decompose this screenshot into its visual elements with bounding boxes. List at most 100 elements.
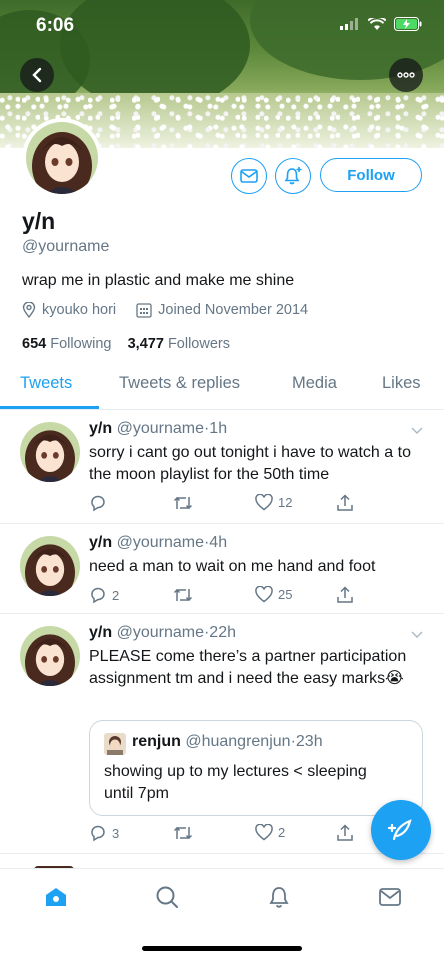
profile-avatar[interactable] xyxy=(22,118,102,198)
share-icon xyxy=(337,824,353,841)
more-button[interactable] xyxy=(389,58,423,92)
calendar-icon xyxy=(136,303,152,318)
nav-home[interactable] xyxy=(42,883,70,911)
followers-count: 3,477 xyxy=(127,336,164,352)
following-link[interactable]: 654 Following xyxy=(22,336,111,352)
wifi-icon xyxy=(368,17,386,30)
tweet-actions: 3 2 xyxy=(89,824,369,846)
back-button[interactable] xyxy=(20,58,54,92)
retweet-icon xyxy=(173,826,193,840)
tweet[interactable]: y/n @yourname·4h need a man to wait on m… xyxy=(0,524,444,614)
chevron-down-icon[interactable] xyxy=(410,424,424,438)
profile-joined: Joined November 2014 xyxy=(158,302,309,318)
quoted-header: renjun @huangrenjun·23h xyxy=(132,733,323,751)
nav-messages[interactable] xyxy=(376,883,404,911)
tweet-avatar[interactable] xyxy=(20,536,80,596)
reply-button[interactable]: 2 xyxy=(89,586,119,604)
notification-add-icon xyxy=(284,167,302,185)
like-icon xyxy=(255,824,273,841)
chevron-down-icon[interactable] xyxy=(410,628,424,642)
tweet-header: y/n @yourname·1h xyxy=(89,420,227,438)
reply-count: 3 xyxy=(112,825,120,841)
notify-button[interactable] xyxy=(275,158,311,194)
status-time: 6:06 xyxy=(36,15,75,36)
following-count: 654 xyxy=(22,336,47,352)
tab-tweets[interactable]: Tweets xyxy=(20,374,72,393)
share-icon xyxy=(337,586,353,603)
profile-name: y/n xyxy=(22,208,56,234)
share-button[interactable] xyxy=(336,824,354,842)
active-tab-indicator xyxy=(0,406,99,409)
compose-button[interactable] xyxy=(371,800,431,860)
followers-link[interactable]: 3,477 Followers xyxy=(128,336,230,352)
home-icon xyxy=(46,888,66,906)
share-button[interactable] xyxy=(336,494,354,512)
battery-charging-icon xyxy=(394,17,422,31)
tweet-author-handle: @yourname xyxy=(116,624,204,641)
reply-icon xyxy=(91,495,105,512)
like-button[interactable]: 25 xyxy=(255,586,292,603)
like-button[interactable]: 2 xyxy=(255,824,285,841)
share-button[interactable] xyxy=(336,586,354,604)
tweet-author-handle: @yourname xyxy=(116,534,204,551)
like-count: 2 xyxy=(278,825,286,840)
home-indicator xyxy=(142,946,302,951)
profile-handle: @yourname xyxy=(22,238,110,255)
follow-button[interactable]: Follow xyxy=(320,158,422,192)
retweet-icon xyxy=(173,588,193,602)
reply-icon xyxy=(91,825,105,842)
reply-button[interactable]: 3 xyxy=(89,824,119,842)
tweet[interactable]: y/n @yourname·1h sorry i cant go out ton… xyxy=(0,410,444,524)
profile-meta: kyouko hori Joined November 2014 xyxy=(22,302,308,318)
tweet-author-name: y/n xyxy=(89,624,113,641)
tab-tweets-replies[interactable]: Tweets & replies xyxy=(119,374,240,393)
profile-stats: 654 Following 3,477 Followers xyxy=(22,336,230,352)
tweet-text: need a man to wait on me hand and foot xyxy=(89,558,376,575)
like-button[interactable]: 12 xyxy=(255,494,292,511)
retweet-button[interactable] xyxy=(173,586,198,604)
reply-icon xyxy=(91,587,105,604)
messages-icon xyxy=(379,888,401,906)
message-button[interactable] xyxy=(231,158,267,194)
tweet-text: sorry i cant go out tonight i have to wa… xyxy=(89,444,411,483)
mail-icon xyxy=(240,169,258,183)
tweet-author-name: y/n xyxy=(89,534,113,551)
tweet-author-handle: @yourname xyxy=(116,420,204,437)
reply-button[interactable] xyxy=(89,494,112,512)
quoted-text: showing up to my lectures < sleeping unt… xyxy=(104,763,367,802)
tweet-actions: 12 xyxy=(89,494,369,516)
tweet-time: 22h xyxy=(209,624,236,641)
quoted-author-handle: @huangrenjun xyxy=(185,733,291,750)
tweet-time: 4h xyxy=(209,534,228,551)
tweet-avatar[interactable] xyxy=(20,626,80,686)
compose-icon xyxy=(387,819,412,841)
quoted-author-name: renjun xyxy=(132,733,181,750)
share-icon xyxy=(337,494,353,511)
like-count: 25 xyxy=(278,587,293,602)
signal-icon xyxy=(340,18,358,30)
following-label: Following xyxy=(50,336,112,352)
followers-label: Followers xyxy=(167,336,230,352)
retweet-button[interactable] xyxy=(173,824,198,842)
nav-search[interactable] xyxy=(153,883,181,911)
tweet-avatar[interactable] xyxy=(20,422,80,482)
tweet-text: PLEASE come there’s a partner participat… xyxy=(89,648,407,687)
tweet-header: y/n @yourname·4h xyxy=(89,534,227,552)
quoted-tweet[interactable]: renjun @huangrenjun·23h showing up to my… xyxy=(89,720,423,816)
retweet-button[interactable] xyxy=(173,494,198,512)
status-bar: 6:06 xyxy=(0,0,444,50)
location-icon xyxy=(22,302,36,318)
quoted-avatar xyxy=(104,733,126,755)
tweet-author-name: y/n xyxy=(89,420,113,437)
notifications-icon xyxy=(269,887,289,908)
tweet-time: 1h xyxy=(209,420,228,437)
like-icon xyxy=(255,586,273,603)
tab-likes[interactable]: Likes xyxy=(382,374,421,393)
tab-media[interactable]: Media xyxy=(292,374,337,393)
like-icon xyxy=(255,494,273,511)
profile-location: kyouko hori xyxy=(42,302,117,318)
tweet-header: y/n @yourname·22h xyxy=(89,624,236,642)
back-arrow-icon xyxy=(32,67,42,83)
nav-notifications[interactable] xyxy=(265,883,293,911)
profile-tabs: Tweets Tweets & replies Media Likes xyxy=(0,362,444,410)
